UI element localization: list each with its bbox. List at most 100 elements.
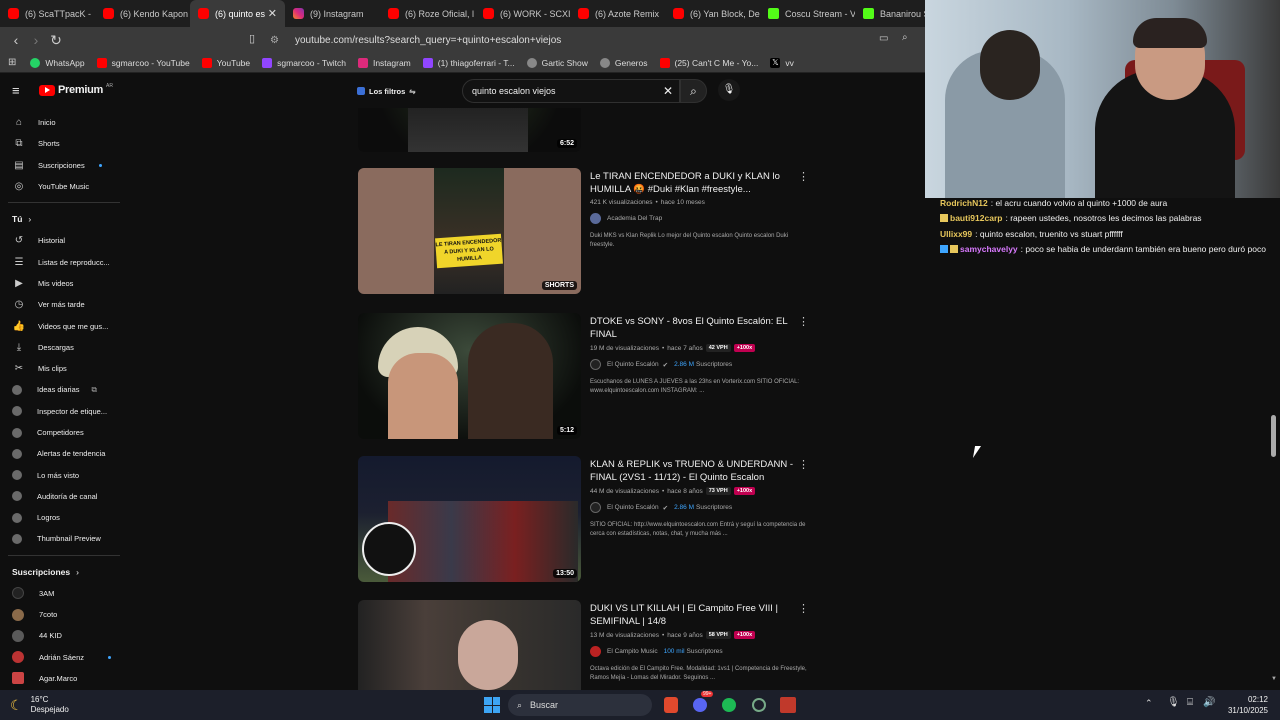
sidebar-item-ver-mas-tarde[interactable]: ◷ Ver más tarde — [0, 294, 122, 315]
voice-search-button[interactable]: 🎙 — [718, 79, 740, 101]
sidebar-item-thumbnail-preview[interactable]: Thumbnail Preview — [0, 528, 122, 549]
sidebar-item-inicio[interactable]: ⌂ Inicio — [0, 112, 122, 133]
channel-row[interactable]: El Quinto Escalón ✔ 2.86 M Suscriptores — [590, 359, 808, 370]
clock[interactable]: 02:12 31/10/2025 — [1224, 694, 1268, 716]
sidebar-item-logros[interactable]: Logros — [0, 507, 122, 528]
bookmark-icon[interactable]: ▯ — [249, 32, 255, 45]
channel-row[interactable]: El Campito Music 100 mil Suscriptores — [590, 646, 808, 657]
video-thumbnail[interactable]: 5:12 — [358, 313, 581, 439]
page-scrollbar[interactable] — [1271, 415, 1276, 457]
sidebar-item-auditoria[interactable]: Auditoría de canal — [0, 486, 122, 507]
sidebar-item-mis-clips[interactable]: ✂ Mis clips — [0, 358, 122, 379]
sidebar-item-competidores[interactable]: Competidores — [0, 422, 122, 443]
url-field[interactable]: ⚙ youtube.com/results?search_query=+quin… — [270, 31, 910, 49]
sidebar-item-suscripciones[interactable]: ▤ Suscripciones — [0, 155, 122, 176]
sidebar-item-alertas[interactable]: Alertas de tendencia — [0, 443, 122, 464]
reload-icon[interactable]: ↻ — [46, 32, 66, 49]
chevron-up-icon[interactable]: ⌃ — [1145, 698, 1153, 709]
browser-tab[interactable]: (6) Yan Block, De — [665, 0, 760, 27]
subscriptions-section-header[interactable]: Suscripciones › — [0, 561, 122, 583]
youtube-logo[interactable]: Premium AR — [39, 83, 113, 96]
obs-icon[interactable] — [752, 698, 766, 712]
channel-row[interactable]: El Quinto Escalón ✔ 2.86 M Suscriptores — [590, 502, 808, 513]
video-title[interactable]: DTOKE vs SONY - 8vos El Quinto Escalón: … — [590, 315, 808, 341]
video-result[interactable]: LE TIRAN ENCENDEDOR A DUKI Y KLAN LO HUM… — [358, 168, 818, 294]
bookmark-item[interactable]: Generos — [599, 57, 648, 68]
subscription-item[interactable]: Agar.Marco — [0, 668, 122, 689]
volume-icon[interactable]: 🔊 — [1203, 697, 1215, 708]
more-options-icon[interactable]: ⋮ — [798, 170, 809, 183]
windows-start-icon[interactable] — [484, 697, 500, 713]
video-thumbnail[interactable]: 6:52 — [358, 108, 581, 152]
video-result[interactable]: DUKI VS LIT KILLAH | El Campito Free VII… — [358, 600, 818, 690]
more-options-icon[interactable]: ⋮ — [798, 458, 809, 471]
close-tab-icon[interactable]: ✕ — [268, 7, 277, 20]
sidebar-item-shorts[interactable]: ⧉ Shorts — [0, 133, 122, 154]
browser-tab[interactable]: (6) Azote Remix — [570, 0, 665, 27]
microphone-icon[interactable]: 🎙 — [1167, 697, 1180, 708]
browser-tab-active[interactable]: (6) quinto es ✕ — [190, 0, 285, 27]
video-thumbnail[interactable]: 13:50 — [358, 456, 581, 582]
streaming-app-icon[interactable] — [780, 697, 796, 713]
sidebar-item-ideas-diarias[interactable]: Ideas diarias ⧉ — [0, 379, 122, 400]
clear-search-icon[interactable]: ✕ — [663, 84, 673, 98]
spotify-icon[interactable] — [722, 698, 736, 712]
browser-tab[interactable]: (6) WORK - SCXI — [475, 0, 570, 27]
video-title[interactable]: KLAN & REPLIK vs TRUENO & UNDERDANN - FI… — [590, 458, 808, 484]
more-options-icon[interactable]: ⋮ — [798, 315, 809, 328]
sidebar-item-liked-videos[interactable]: 👍 Videos que me gus... — [0, 315, 122, 336]
video-thumbnail[interactable]: LE TIRAN ENCENDEDOR A DUKI Y KLAN LO HUM… — [358, 168, 581, 294]
bookmark-item[interactable]: WhatsApp — [30, 57, 85, 68]
browser-tab[interactable]: (6) ScaTTpacK - — [0, 0, 95, 27]
menu-icon[interactable]: ≡ — [12, 83, 20, 98]
channel-row[interactable]: Academia Del Trap — [590, 213, 808, 224]
zoom-icon[interactable]: ⌕ — [902, 32, 908, 43]
video-title[interactable]: DUKI VS LIT KILLAH | El Campito Free VII… — [590, 602, 808, 628]
video-title[interactable]: Le TIRAN ENCENDEDOR a DUKI y KLAN lo HUM… — [590, 170, 808, 196]
bookmark-item[interactable]: (25) Can't C Me - Yo... — [659, 57, 758, 68]
video-result[interactable]: 13:50 KLAN & REPLIK vs TRUENO & UNDERDAN… — [358, 456, 818, 582]
browser-tab[interactable]: Bananirou St — [855, 0, 925, 27]
bookmark-item[interactable]: Gartic Show — [526, 57, 588, 68]
filters-button[interactable]: Los filtros ⇋ — [352, 82, 418, 100]
browser-tab[interactable]: (9) Instagram — [285, 0, 380, 27]
sidebar-item-youtube-music[interactable]: ◎ YouTube Music — [0, 176, 122, 197]
subscription-item[interactable]: 7coto — [0, 604, 122, 625]
bookmark-item[interactable]: sgmarcoo - Twitch — [262, 57, 346, 68]
sidebar-item-descargas[interactable]: ⤓ Descargas — [0, 337, 122, 358]
sidebar-item-lo-mas-visto[interactable]: Lo más visto — [0, 464, 122, 485]
scroll-down-arrow-icon[interactable]: ▼ — [1271, 676, 1277, 682]
search-input[interactable]: quinto escalon viejos ✕ — [462, 79, 680, 103]
you-section-header[interactable]: Tú › — [0, 208, 122, 230]
cast-icon[interactable]: ▭ — [879, 33, 888, 44]
bookmark-item[interactable]: 𝕏vv — [770, 57, 794, 68]
more-options-icon[interactable]: ⋮ — [798, 602, 809, 615]
sidebar-item-inspector[interactable]: Inspector de etique... — [0, 401, 122, 422]
sidebar-item-playlists[interactable]: ☰ Listas de reproducc... — [0, 251, 122, 272]
subscription-item[interactable]: 44 KID — [0, 625, 122, 646]
browser-tab[interactable]: Coscu Stream - V — [760, 0, 855, 27]
sidebar-item-mis-videos[interactable]: ▶ Mis videos — [0, 273, 122, 294]
network-icon[interactable]: ⌸ — [1187, 697, 1193, 708]
search-button[interactable]: ⌕ — [680, 79, 707, 103]
brave-browser-icon[interactable] — [664, 697, 678, 713]
bookmark-item[interactable]: sgmarcoo - YouTube — [96, 57, 190, 68]
video-thumbnail[interactable] — [358, 600, 581, 690]
apps-grid-icon[interactable]: ⊞ — [8, 57, 16, 68]
discord-icon[interactable] — [693, 698, 707, 712]
taskbar-search[interactable]: ⌕ Buscar — [508, 694, 652, 716]
back-icon[interactable]: ‹ — [6, 32, 26, 48]
subscription-item[interactable]: Adrián Sáenz — [0, 647, 122, 668]
browser-tab[interactable]: (6) Kendo Kapon — [95, 0, 190, 27]
video-result[interactable]: 5:12 DTOKE vs SONY - 8vos El Quinto Esca… — [358, 313, 818, 439]
bookmark-item[interactable]: Instagram — [357, 57, 411, 68]
bookmark-item[interactable]: (1) thiagoferrari - T... — [422, 57, 515, 68]
browser-tab[interactable]: (6) Roze Oficial, l — [380, 0, 475, 27]
site-info-icon[interactable]: ⚙ — [270, 35, 282, 46]
weather-widget[interactable]: ☾ 16°C Despejado — [10, 695, 69, 715]
forward-icon[interactable]: › — [26, 32, 46, 48]
video-result[interactable]: 6:52 — [358, 108, 818, 152]
sidebar-item-historial[interactable]: ↺ Historial — [0, 230, 122, 251]
bookmark-item[interactable]: YouTube — [201, 57, 250, 68]
subscription-item[interactable]: 3AM — [0, 583, 122, 604]
